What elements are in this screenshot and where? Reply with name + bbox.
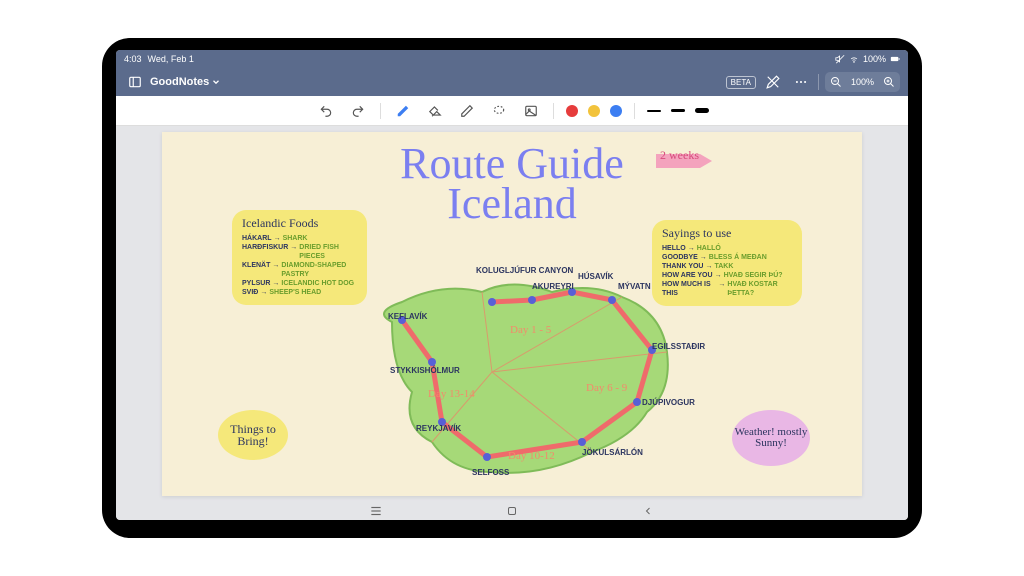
- sayings-note: Sayings to use HELLO→HALLÓGOODBYE→BLESS …: [652, 220, 802, 306]
- banner-flag: 2 weeks: [656, 150, 712, 172]
- note-page[interactable]: Route Guide Iceland 2 weeks Icelandic Fo…: [162, 132, 862, 496]
- weather-bubble: Weather! mostly Sunny!: [732, 410, 810, 466]
- home-button[interactable]: [504, 503, 520, 519]
- more-button[interactable]: [790, 71, 812, 93]
- saying-item: HOW ARE YOU→HVAÐ SEGIR ÞÚ?: [662, 271, 792, 280]
- highlighter-tool[interactable]: [457, 101, 477, 121]
- location-label: JÖKULSÁRLÓN: [582, 448, 643, 457]
- location-label: STYKKISHÓLMUR: [390, 366, 460, 375]
- foods-note: Icelandic Foods HÁKARL→SHARKHARÐFISKUR→D…: [232, 210, 367, 305]
- saying-item: HELLO→HALLÓ: [662, 244, 792, 253]
- sidebar-toggle-button[interactable]: [124, 71, 146, 93]
- food-item: KLENÄT→DIAMOND-SHAPED PASTRY: [242, 261, 357, 279]
- screen: 4:03 Wed, Feb 1 100% G: [116, 50, 908, 520]
- app-header: GoodNotes BETA 100%: [116, 68, 908, 96]
- things-bubble: Things to Bring!: [218, 410, 288, 460]
- tool-bar: [116, 96, 908, 126]
- color-swatch-0[interactable]: [566, 105, 578, 117]
- canvas-area[interactable]: Route Guide Iceland 2 weeks Icelandic Fo…: [116, 126, 908, 502]
- stroke-width-1[interactable]: [671, 109, 685, 112]
- note-title: Route Guide Iceland: [337, 144, 687, 223]
- tablet-device: 4:03 Wed, Feb 1 100% G: [102, 38, 922, 538]
- saying-item: GOODBYE→BLESS Á MEÐAN: [662, 253, 792, 262]
- location-label: EGILSSTAÐIR: [652, 342, 705, 351]
- color-swatch-1[interactable]: [588, 105, 600, 117]
- clock: 4:03: [124, 54, 142, 64]
- saying-item: THANK YOU→TAKK: [662, 262, 792, 271]
- wifi-icon: [849, 54, 859, 64]
- system-nav: [116, 502, 908, 520]
- location-label: KEFLAVÍK: [388, 312, 427, 321]
- chevron-down-icon: [211, 77, 221, 87]
- stroke-width-0[interactable]: [647, 110, 661, 112]
- saying-item: HOW MUCH IS THIS→HVAÐ KOSTAR ÞETTA?: [662, 280, 792, 298]
- battery-percent: 100%: [863, 54, 886, 64]
- back-button[interactable]: [640, 503, 656, 519]
- location-label: DJÚPIVOGUR: [642, 398, 695, 407]
- location-label: HÚSAVÍK: [578, 272, 613, 281]
- day-segment-label: Day 6 - 9: [586, 382, 627, 394]
- mute-icon: [835, 54, 845, 64]
- zoom-in-button[interactable]: [878, 72, 900, 92]
- day-segment-label: Day 13-14: [428, 388, 475, 400]
- stroke-width-2[interactable]: [695, 108, 709, 113]
- location-label: SELFOSS: [472, 468, 509, 477]
- location-label: REYKJAVÍK: [416, 424, 461, 433]
- color-swatch-2[interactable]: [610, 105, 622, 117]
- stylus-button[interactable]: [762, 71, 784, 93]
- beta-badge: BETA: [726, 76, 756, 89]
- app-title-dropdown[interactable]: GoodNotes: [150, 76, 221, 88]
- zoom-out-button[interactable]: [825, 72, 847, 92]
- food-item: PYLSUR→ICELANDIC HOT DOG: [242, 279, 357, 288]
- status-bar: 4:03 Wed, Feb 1 100%: [116, 50, 908, 68]
- battery-icon: [890, 54, 900, 64]
- image-tool[interactable]: [521, 101, 541, 121]
- location-label: MÝVATN: [618, 282, 651, 291]
- recents-button[interactable]: [368, 503, 384, 519]
- zoom-level: 100%: [847, 77, 878, 87]
- food-item: SVIÐ→SHEEP'S HEAD: [242, 288, 357, 297]
- redo-button[interactable]: [348, 101, 368, 121]
- zoom-control: 100%: [825, 72, 900, 92]
- iceland-map: KEFLAVÍKSTYKKISHÓLMURREYKJAVÍKSELFOSSKOL…: [332, 272, 692, 492]
- location-label: AKUREYRI: [532, 282, 574, 291]
- app-name: GoodNotes: [150, 76, 209, 88]
- date: Wed, Feb 1: [148, 54, 194, 64]
- eraser-tool[interactable]: [425, 101, 445, 121]
- food-item: HÁKARL→SHARK: [242, 234, 357, 243]
- lasso-tool[interactable]: [489, 101, 509, 121]
- food-item: HARÐFISKUR→DRIED FISH PIECES: [242, 243, 357, 261]
- pen-tool[interactable]: [393, 101, 413, 121]
- location-label: KOLUGLJÚFUR CANYON: [476, 266, 573, 275]
- day-segment-label: Day 1 - 5: [510, 324, 551, 336]
- day-segment-label: Day 10-12: [508, 450, 555, 462]
- undo-button[interactable]: [316, 101, 336, 121]
